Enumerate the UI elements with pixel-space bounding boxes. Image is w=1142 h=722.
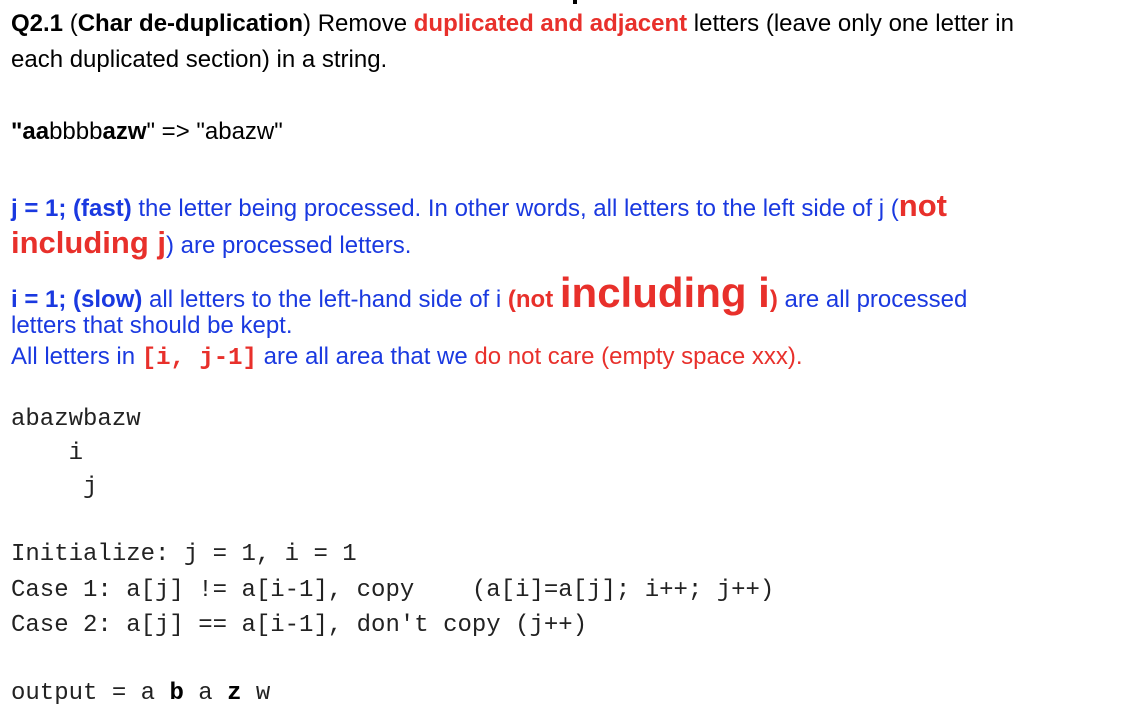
all-range: [i, j-1] [141, 345, 257, 372]
all-care: do not care (empty space xxx). [474, 343, 803, 370]
example-part-1: "aa [11, 118, 50, 145]
j-rest: ) are processed letters. [166, 232, 412, 259]
question-title: Char de-duplication [77, 10, 304, 37]
question-paren-close: ) [303, 10, 312, 37]
all-text-2: are all area that we [256, 343, 475, 370]
j-including: including j [11, 225, 166, 260]
output-mid: a [183, 680, 228, 707]
code-case-1: Case 1: a[j] != a[i-1], copy (a[i]=a[j];… [11, 577, 775, 604]
example-part-4: " => "abazw" [146, 118, 283, 145]
j-text: the letter being processed. In other wor… [131, 195, 899, 222]
output-b: b [169, 680, 184, 707]
code-initialize: Initialize: j = 1, i = 1 [11, 541, 357, 568]
question-line-1: Q2.1 (Char de-duplication) Remove duplic… [11, 9, 1014, 39]
output-label: output = a [11, 680, 170, 707]
question-emphasis: duplicated and adjacent [413, 10, 688, 37]
example-part-2: bbbb [49, 118, 103, 145]
question-paren-open: ( [63, 10, 78, 37]
i-close: ) [769, 286, 778, 313]
trace-array: abazwbazw [11, 406, 141, 433]
output-z: z [227, 680, 242, 707]
j-not: not [898, 188, 947, 223]
question-line-2: each duplicated section) in a string. [11, 46, 388, 73]
j-label: j = 1; (fast) [11, 195, 132, 222]
i-text: all letters to the left-hand side of i [142, 286, 508, 313]
j-definition-line-2: including j) are processed letters. [11, 225, 412, 261]
i-rest-1: are all processed [777, 286, 968, 313]
output-line: output = a b a z w [11, 680, 270, 708]
example-part-3: azw [102, 118, 147, 145]
slide-top-mark [573, 0, 577, 4]
i-definition-line-2: letters that should be kept. [11, 312, 293, 339]
i-paren: (not [507, 286, 560, 313]
trace-j-pointer: j [11, 474, 98, 501]
question-rest-1: letters (leave only one letter in [687, 10, 1014, 37]
code-case-2: Case 2: a[j] == a[i-1], don't copy (j++) [11, 612, 588, 639]
question-remove-text: Remove [311, 10, 414, 37]
i-including: including i [559, 269, 770, 316]
all-letters-line: All letters in [i, j-1] are all area tha… [11, 342, 803, 374]
question-number: Q2.1 [11, 10, 64, 37]
output-end: w [241, 680, 271, 707]
slide-page: Q2.1 (Char de-duplication) Remove duplic… [0, 0, 1142, 722]
j-definition-line-1: j = 1; (fast) the letter being processed… [11, 188, 947, 224]
trace-i-pointer: i [11, 440, 84, 467]
example-line: "aabbbbazw" => "abazw" [11, 117, 283, 147]
i-label: i = 1; (slow) [11, 286, 143, 313]
all-text-1: All letters in [11, 343, 142, 370]
